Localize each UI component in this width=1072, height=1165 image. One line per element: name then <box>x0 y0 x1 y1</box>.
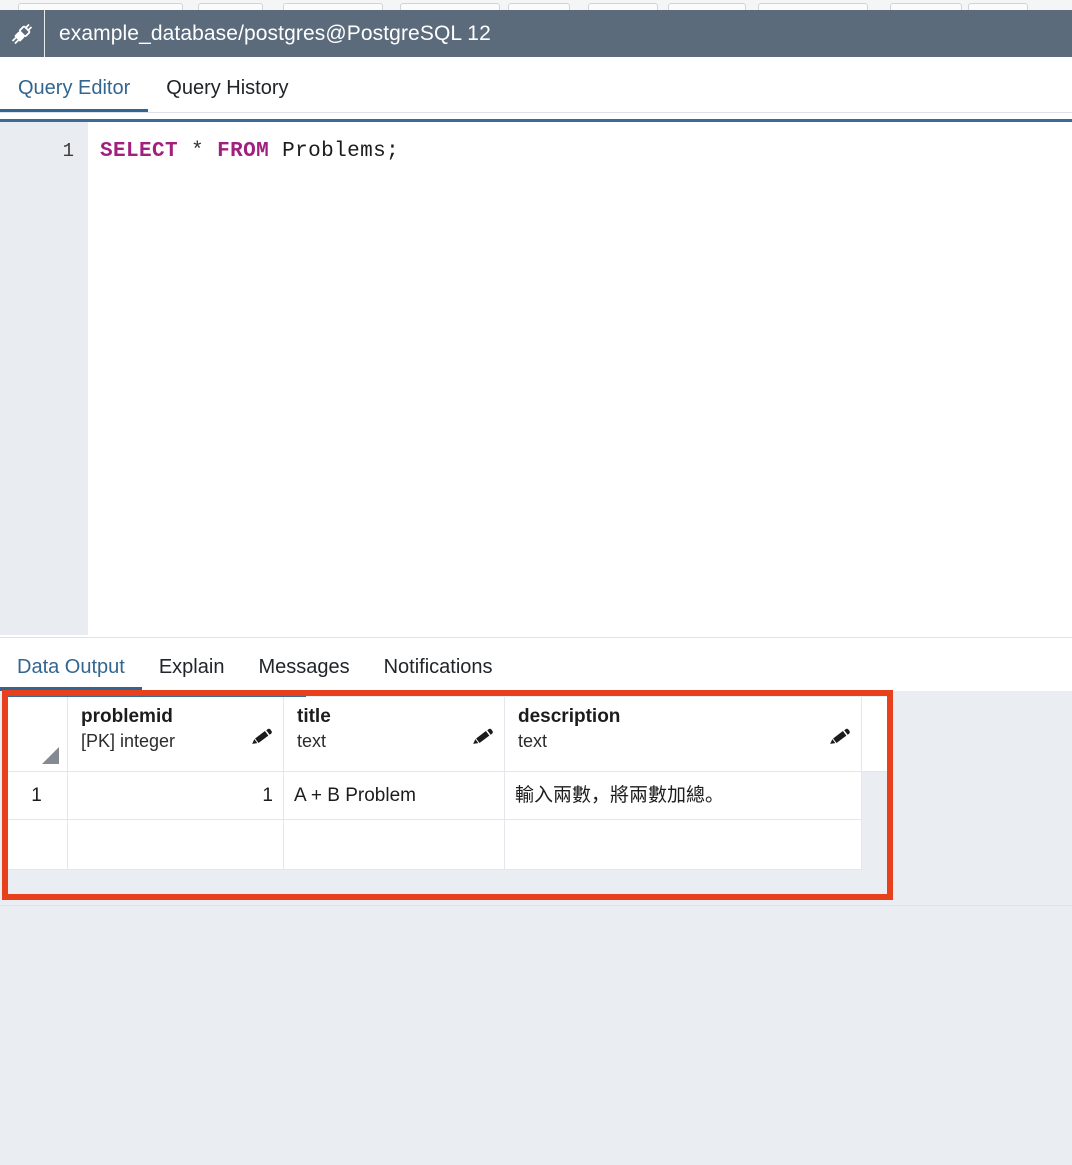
corner-triangle-icon <box>42 747 59 764</box>
column-type: text <box>297 731 327 751</box>
plug-icon <box>0 10 44 57</box>
column-header-description[interactable]: description text <box>505 697 862 772</box>
editor-tabbar: Query Editor Query History <box>0 57 1072 113</box>
grid-row-padding <box>862 772 892 820</box>
lower-empty-panel <box>0 905 1072 1165</box>
results-grid: problemid [PK] integer title text descri… <box>6 697 892 870</box>
cell-description[interactable]: 輸入兩數，將兩數加總。 <box>505 772 862 820</box>
sql-code-line[interactable]: SELECT * FROM Problems; <box>100 140 399 163</box>
sql-keyword-from: FROM <box>217 140 270 163</box>
line-number: 1 <box>62 140 74 162</box>
cell-title[interactable] <box>284 820 505 870</box>
pencil-icon[interactable] <box>472 725 494 752</box>
line-number-gutter: 1 <box>0 122 88 635</box>
row-number <box>6 820 68 870</box>
cell-title[interactable]: A + B Problem <box>284 772 505 820</box>
sql-keyword-select: SELECT <box>100 140 179 163</box>
tab-data-output[interactable]: Data Output <box>0 656 142 691</box>
connection-title: example_database/postgres@PostgreSQL 12 <box>59 21 491 45</box>
tab-query-history[interactable]: Query History <box>148 77 306 113</box>
column-name: description <box>518 706 621 727</box>
table-row[interactable] <box>6 820 892 870</box>
tab-query-editor[interactable]: Query Editor <box>0 77 149 113</box>
sql-table-name: Problems; <box>282 140 400 163</box>
cell-problemid[interactable] <box>68 820 284 870</box>
output-tabbar: Data Output Explain Messages Notificatio… <box>0 637 1072 691</box>
sql-editor[interactable]: 1 SELECT * FROM Problems; <box>0 119 1072 635</box>
tabbar-underline <box>0 112 1072 113</box>
pencil-icon[interactable] <box>251 725 273 752</box>
query-tool-titlebar: example_database/postgres@PostgreSQL 12 <box>0 10 1072 57</box>
pencil-icon[interactable] <box>829 725 851 752</box>
sql-star-glyph: * <box>191 140 205 163</box>
column-header-problemid[interactable]: problemid [PK] integer <box>68 697 284 772</box>
cell-problemid[interactable]: 1 <box>68 772 284 820</box>
grid-header-row: problemid [PK] integer title text descri… <box>6 697 892 772</box>
column-type: text <box>518 731 548 751</box>
table-row[interactable]: 1 1 A + B Problem 輸入兩數，將兩數加總。 <box>6 772 892 820</box>
tab-messages[interactable]: Messages <box>241 656 366 691</box>
column-name: title <box>297 706 331 727</box>
sql-space-2 <box>269 140 282 163</box>
grid-row-padding <box>862 820 892 870</box>
select-all-corner-cell[interactable] <box>6 697 68 772</box>
row-number: 1 <box>6 772 68 820</box>
sql-space-1 <box>204 140 217 163</box>
sql-star <box>178 140 191 163</box>
column-type: [PK] integer <box>81 731 176 751</box>
column-header-title[interactable]: title text <box>284 697 505 772</box>
tab-explain[interactable]: Explain <box>142 656 242 691</box>
data-output-panel: problemid [PK] integer title text descri… <box>0 691 1072 905</box>
tab-notifications[interactable]: Notifications <box>367 656 510 691</box>
cell-description[interactable] <box>505 820 862 870</box>
pgadmin-query-tool: example_database/postgres@PostgreSQL 12 … <box>0 0 1072 1165</box>
column-name: problemid <box>81 706 173 727</box>
grid-header-padding <box>862 697 892 772</box>
